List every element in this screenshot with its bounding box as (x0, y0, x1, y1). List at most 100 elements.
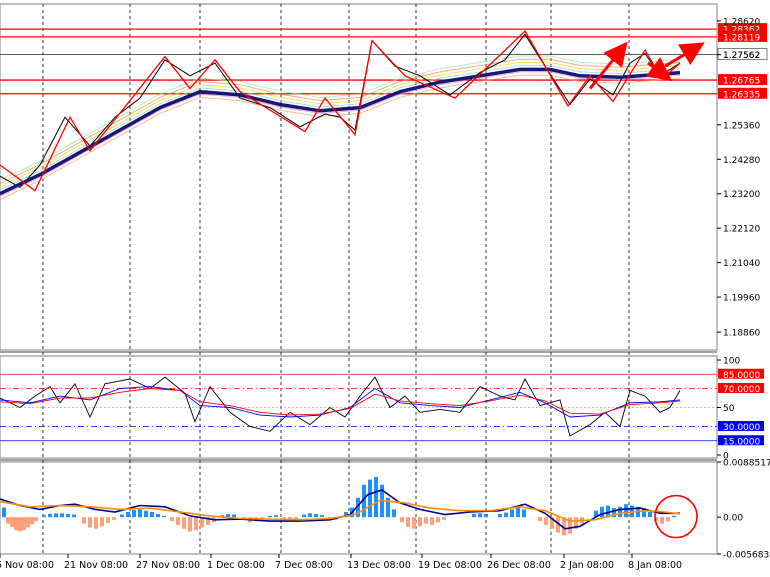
x-axis-label: 5 Nov 08:00 (0, 560, 54, 571)
histogram-bar (538, 517, 542, 522)
x-axis-label: 19 Dec 08:00 (418, 560, 482, 571)
histogram-bar (188, 517, 192, 532)
x-axis-label: 8 Jan 08:00 (628, 560, 682, 571)
histogram-bar (182, 517, 186, 529)
histogram-bar (660, 517, 664, 524)
x-axis-label: 13 Dec 08:00 (347, 560, 411, 571)
histogram-bar (406, 517, 410, 527)
histogram-bar (14, 517, 18, 531)
x-axis-label: 1 Dec 08:00 (207, 560, 265, 571)
histogram-bar (72, 514, 76, 518)
histogram-bar (522, 509, 526, 518)
x-axis-label: 7 Dec 08:00 (275, 560, 333, 571)
histogram-bar (320, 515, 324, 518)
y-axis-label: 1.18860 (723, 329, 760, 339)
histogram-bar (106, 517, 110, 524)
histogram-bar (666, 517, 670, 522)
histogram-bar (6, 517, 10, 524)
histogram-bar (618, 506, 622, 518)
histogram-bar (94, 517, 98, 529)
histogram-bar (484, 513, 488, 518)
y-axis-label: 1.19960 (723, 294, 760, 304)
histogram-bar (478, 513, 482, 518)
histogram-bar (150, 511, 154, 518)
y-axis-label: 1.27562 (723, 51, 760, 61)
histogram-bar (48, 513, 52, 518)
histogram-bar (10, 517, 14, 527)
x-axis-label: 2 Jan 08:00 (560, 560, 614, 571)
histogram-bar (66, 513, 70, 518)
histogram-bar (368, 479, 372, 518)
oscillator-axis-label: 100 (723, 357, 740, 367)
histogram-bar (624, 504, 628, 518)
histogram-bar (472, 513, 476, 518)
y-axis-label: 1.28620 (723, 17, 760, 27)
histogram-bar (138, 509, 142, 518)
histogram-bar (308, 513, 312, 518)
histogram-bar (436, 517, 440, 523)
histogram-bar (88, 517, 92, 528)
histogram-bar (412, 517, 416, 529)
histogram-bar (392, 509, 396, 518)
histogram-bar (302, 514, 306, 518)
histogram-bar (510, 509, 514, 518)
histogram-bar (82, 517, 86, 524)
y-axis-label: 1.24280 (723, 156, 760, 166)
histogram-bar (120, 514, 124, 518)
histogram-bar (34, 517, 38, 522)
histogram-bar (132, 510, 136, 518)
histogram-bar (400, 517, 404, 523)
oscillator-level-label: 15.0000 (723, 437, 760, 447)
histogram-bar (232, 514, 236, 518)
oscillator-level-label: 70.0000 (723, 385, 760, 395)
histogram-bar (42, 515, 46, 518)
histogram-bar (498, 513, 502, 518)
histogram-bar (442, 517, 446, 520)
histogram-bar (274, 515, 278, 518)
histogram-bar (170, 517, 174, 522)
histogram-bar (672, 515, 676, 518)
histogram-bar (504, 512, 508, 518)
price-level-label: 1.26765 (723, 77, 760, 87)
histogram-bar (112, 517, 116, 520)
y-axis-label: 1.21040 (723, 259, 760, 269)
histogram-bar (30, 517, 34, 525)
histogram-bar (156, 513, 160, 518)
histogram-bar (424, 517, 428, 524)
chart-svg: 1.283621.281191.275621.267651.26335 85.0… (0, 0, 770, 573)
histogram-bar (516, 507, 520, 518)
histogram-bar (648, 511, 652, 518)
histogram-bar (22, 517, 26, 531)
histogram-bar (2, 507, 6, 518)
histogram-bar (144, 510, 148, 518)
background (0, 0, 770, 573)
histogram-bar (374, 477, 378, 518)
histogram-bar (268, 515, 272, 518)
histogram-bar (568, 517, 572, 534)
y-axis-label: 1.22120 (723, 225, 760, 235)
histogram-bar (600, 506, 604, 518)
price-level-label: 1.26335 (723, 90, 760, 100)
histogram-bar (430, 517, 434, 525)
histogram-bar (60, 513, 64, 518)
macd-axis-label: 0.0088517 (723, 459, 770, 469)
oscillator-axis-label: 50 (723, 404, 735, 414)
histogram-bar (26, 517, 30, 528)
macd-axis-label: 0.00 (723, 514, 743, 524)
macd-axis-label: -0.005683 (723, 551, 769, 561)
histogram-bar (126, 511, 130, 518)
histogram-bar (54, 513, 58, 518)
price-level-label: 1.28119 (723, 33, 760, 43)
histogram-bar (194, 517, 198, 531)
x-axis-label: 26 Dec 08:00 (487, 560, 551, 571)
y-axis-label: 1.23200 (723, 190, 760, 200)
chart-root: 1.28362 1.28119 1.27562 1.26765 1.26335 85.0… (0, 0, 770, 573)
histogram-bar (314, 513, 318, 518)
x-axis-label: 21 Nov 08:00 (64, 560, 128, 571)
y-axis-label: 1.25360 (723, 121, 760, 131)
histogram-bar (18, 517, 22, 532)
histogram-bar (176, 517, 180, 525)
oscillator-level-label: 30.0000 (723, 423, 760, 433)
x-axis-label: 27 Nov 08:00 (136, 560, 200, 571)
histogram-bar (162, 515, 166, 518)
